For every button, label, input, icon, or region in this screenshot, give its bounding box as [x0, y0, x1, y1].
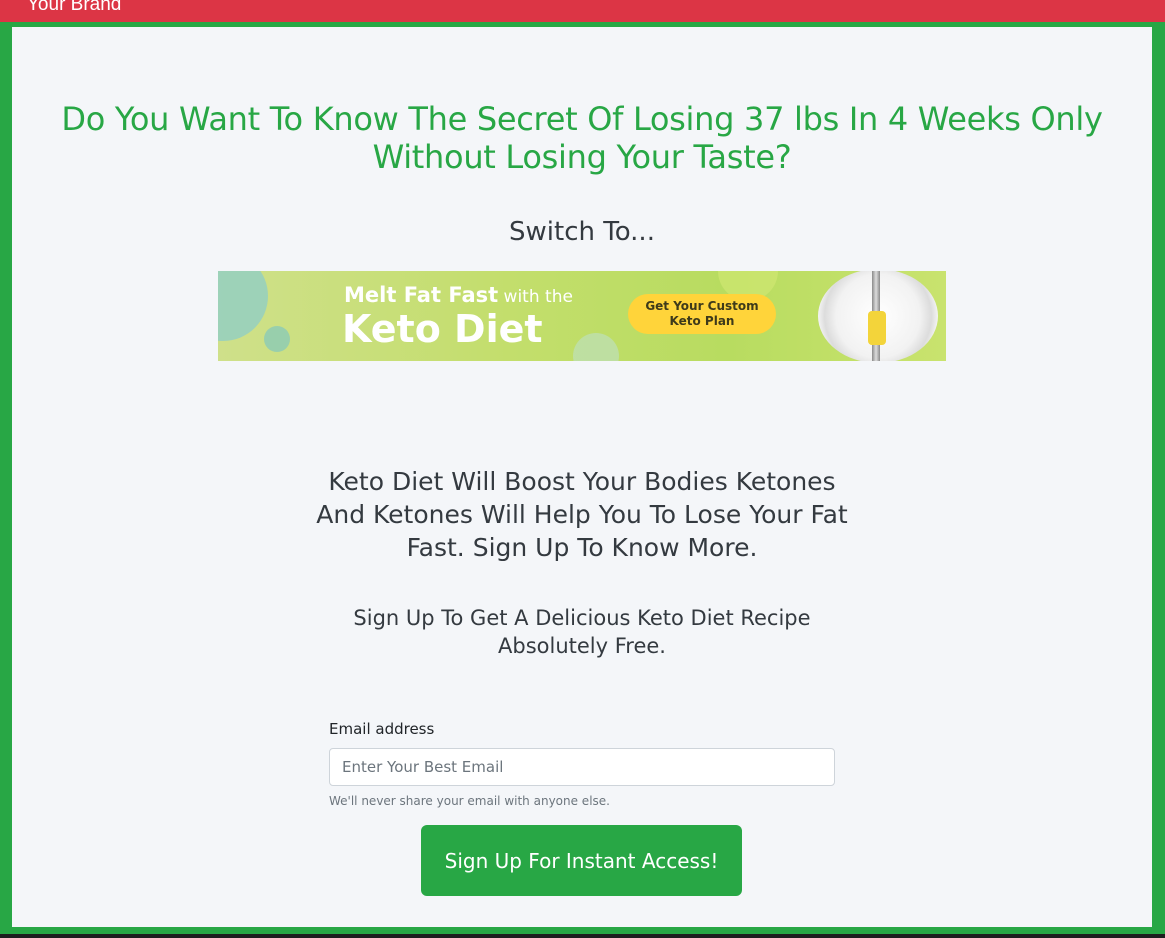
- banner-bubble-decoration: [218, 271, 268, 341]
- email-help-text: We'll never share your email with anyone…: [329, 794, 610, 808]
- banner-tagline: Melt Fat Fast with the: [344, 283, 573, 307]
- switch-to-heading: Switch To...: [509, 217, 655, 247]
- email-label: Email address: [329, 720, 435, 738]
- main-panel: Do You Want To Know The Secret Of Losing…: [12, 27, 1152, 927]
- bottom-edge: [0, 934, 1165, 938]
- banner-tagline-bold: Melt Fat Fast: [344, 283, 499, 307]
- page-headline: Do You Want To Know The Secret Of Losing…: [61, 100, 1103, 176]
- free-recipe-paragraph: Sign Up To Get A Delicious Keto Diet Rec…: [353, 606, 811, 658]
- signup-submit-button[interactable]: Sign Up For Instant Access!: [421, 825, 742, 896]
- banner-bubble-decoration: [264, 326, 290, 352]
- keto-diet-banner-image[interactable]: Melt Fat Fast with the Keto Diet Get You…: [218, 271, 946, 361]
- email-input[interactable]: [329, 748, 835, 786]
- banner-title: Keto Diet: [342, 307, 543, 351]
- measuring-tape-image: [868, 311, 886, 345]
- navbar-brand-link[interactable]: Your Brand: [27, 0, 121, 16]
- navbar: Your Brand: [0, 0, 1165, 22]
- banner-bubble-decoration: [573, 333, 619, 361]
- banner-tagline-rest: with the: [498, 287, 573, 307]
- benefit-paragraph: Keto Diet Will Boost Your Bodies Ketones…: [316, 467, 848, 562]
- banner-cta-button[interactable]: Get Your Custom Keto Plan: [628, 294, 776, 334]
